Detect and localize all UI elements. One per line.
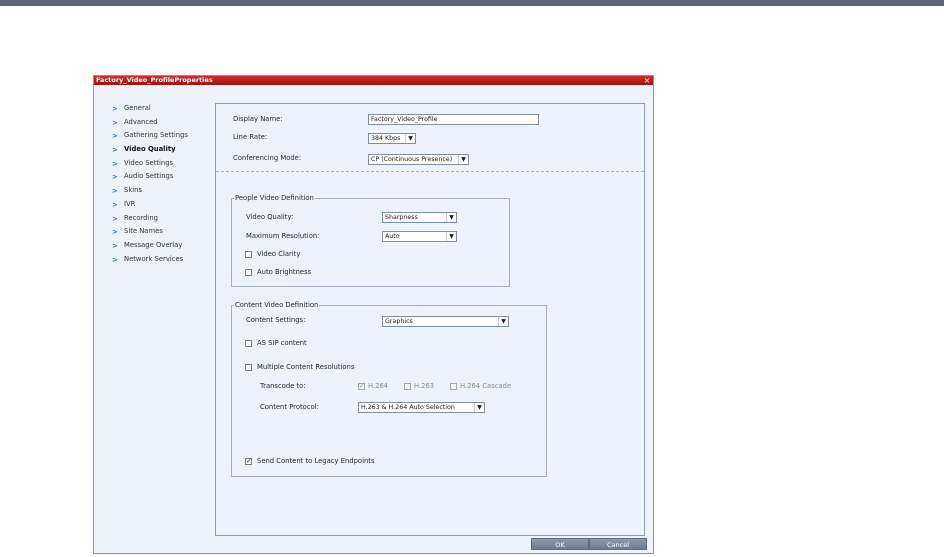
chevron-right-icon: > [112,214,118,223]
sidebar-item-label: IVR [124,199,136,208]
display-name-input[interactable]: Factory_Video_Profile [368,114,539,125]
auto-brightness-label: Auto Brightness [257,268,312,276]
chevron-down-icon: ▼ [405,134,415,143]
sidebar-item-gathering-settings[interactable]: > Gathering Settings [112,129,222,143]
content-protocol-value: H.263 & H.264 Auto Selection [361,404,455,411]
chevron-right-icon: > [112,255,118,264]
video-quality-select[interactable]: Sharpness ▼ [382,212,457,223]
conferencing-mode-value: CP (Continuous Presence) [371,156,453,163]
content-settings-value: Graphics [385,318,413,325]
chevron-right-icon: > [112,241,118,250]
sidebar-item-label: Message Overlay [124,240,183,249]
close-icon[interactable]: × [643,76,651,85]
content-protocol-select[interactable]: H.263 & H.264 Auto Selection ▼ [358,402,485,413]
transcode-to-label: Transcode to: [260,382,306,390]
send-content-legacy-checkbox[interactable]: ✓ [245,458,252,465]
sidebar-item-label: Audio Settings [124,172,174,181]
properties-dialog: Factory_Video_ProfileProperties × > Gener… [93,75,654,554]
content-settings-label: Content Settings: [246,316,306,324]
display-name-label: Display Name: [233,115,283,123]
sidebar-item-video-quality[interactable]: > Video Quality [112,143,222,157]
chevron-down-icon: ▼ [498,317,508,326]
sidebar-item-message-overlay[interactable]: > Message Overlay [112,239,222,253]
chevron-right-icon: > [112,146,118,155]
video-quality-value: Sharpness [385,214,418,221]
section-divider [216,171,644,172]
sidebar-item-label: Network Services [124,254,184,263]
video-clarity-label: Video Clarity [257,250,301,258]
line-rate-select[interactable]: 384 Kbps ▼ [368,133,416,144]
chevron-right-icon: > [112,132,118,141]
sidebar-item-audio-settings[interactable]: > Audio Settings [112,170,222,184]
transcode-h264-cascade-label: H.264 Cascade [460,382,512,390]
transcode-h264-cascade-checkbox[interactable] [450,383,457,390]
chevron-down-icon: ▼ [458,155,468,164]
sidebar-item-skins[interactable]: > Skins [112,184,222,198]
chevron-right-icon: > [112,228,118,237]
sidebar-item-label: Gathering Settings [124,131,188,140]
max-resolution-value: Auto [385,233,400,240]
dialog-title: Factory_Video_ProfileProperties [96,76,213,84]
transcode-h264-label: H.264 [368,382,389,390]
max-resolution-label: Maximum Resolution: [246,232,320,240]
sidebar-item-label: Skins [124,186,142,195]
sidebar-item-video-settings[interactable]: > Video Settings [112,157,222,171]
conferencing-mode-label: Conferencing Mode: [233,154,302,162]
content-video-title: Content Video Definition [234,301,320,310]
video-clarity-checkbox[interactable] [245,251,252,258]
max-resolution-select[interactable]: Auto ▼ [382,231,457,242]
dialog-titlebar[interactable]: Factory_Video_ProfileProperties × [94,76,653,85]
send-content-legacy-label: Send Content to Legacy Endpoints [257,457,375,465]
sidebar-item-label: Advanced [124,117,158,126]
sidebar-item-ivr[interactable]: > IVR [112,198,222,212]
cancel-button[interactable]: Cancel [589,538,647,550]
as-sip-content-checkbox[interactable] [245,340,252,347]
chevron-down-icon: ▼ [446,232,456,241]
chevron-right-icon: > [112,118,118,127]
sidebar-item-label: General [124,104,151,112]
transcode-h264-checkbox[interactable]: ✓ [358,383,365,390]
auto-brightness-checkbox[interactable] [245,269,252,276]
content-video-group: Content Video Definition Content Setting… [231,301,547,477]
people-video-group: People Video Definition Video Quality: S… [231,194,510,287]
video-quality-panel: Display Name: Factory_Video_Profile Line… [215,103,645,536]
sidebar-item-site-names[interactable]: > Site Names [112,225,222,239]
chevron-right-icon: > [112,159,118,168]
sidebar-item-advanced[interactable]: > Advanced [112,116,222,130]
chevron-right-icon: > [112,187,118,196]
chevron-right-icon: > [112,173,118,182]
content-protocol-label: Content Protocol: [260,403,319,411]
top-bar [0,0,944,6]
content-settings-select[interactable]: Graphics ▼ [382,316,509,327]
sidebar-item-label: Recording [124,213,158,222]
line-rate-label: Line Rate: [233,133,268,141]
people-video-title: People Video Definition [234,194,315,203]
chevron-down-icon: ▼ [446,213,456,222]
chevron-down-icon: ▼ [474,403,484,412]
transcode-h263-label: H.263 [414,382,435,390]
ok-button[interactable]: OK [531,538,589,550]
sidebar-nav: > General > Advanced > Gathering Settings > Vid… [112,102,222,266]
sidebar-item-label: Video Quality [124,145,176,154]
sidebar-item-general[interactable]: > General [112,102,222,116]
sidebar-item-recording[interactable]: > Recording [112,212,222,226]
sidebar-item-label: Site Names [124,227,163,236]
multiple-content-resolutions-label: Multiple Content Resolutions [257,363,355,371]
multiple-content-resolutions-checkbox[interactable] [245,364,252,371]
sidebar-item-network-services[interactable]: > Network Services [112,253,222,267]
as-sip-content-label: AS SIP content [257,339,307,347]
line-rate-value: 384 Kbps [371,135,401,142]
chevron-right-icon: > [112,200,118,209]
transcode-h263-checkbox[interactable] [404,383,411,390]
video-quality-label: Video Quality: [246,213,294,221]
chevron-right-icon: > [112,105,118,113]
sidebar-item-label: Video Settings [124,158,174,167]
conferencing-mode-select[interactable]: CP (Continuous Presence) ▼ [368,154,469,165]
